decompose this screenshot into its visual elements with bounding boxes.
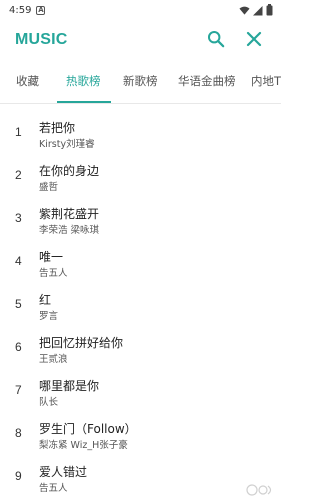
song-artist: 李荣浩 梁咏琪: [39, 225, 100, 236]
song-artist: 队长: [39, 397, 59, 408]
song-title: 在你的身边: [39, 164, 100, 178]
song-artist: 告五人: [39, 483, 68, 494]
song-rank: 9: [15, 469, 22, 483]
song-rank: 6: [15, 340, 22, 354]
status-time: 4:59: [9, 4, 32, 16]
list-item[interactable]: 8 罗生门（Follow） 梨冻紧 Wiz_H张子豪: [0, 413, 281, 456]
status-bar: 4:59 A: [0, 0, 281, 20]
song-title: 爱人错过: [39, 465, 88, 479]
chart-tabs: 收藏 热歌榜 新歌榜 华语金曲榜 内地TO: [0, 66, 281, 104]
song-title: 若把你: [39, 121, 76, 135]
signal-icon: [253, 5, 263, 15]
song-rank: 8: [15, 426, 22, 440]
close-button[interactable]: [243, 28, 265, 50]
list-item[interactable]: 9 爱人错过 告五人: [0, 456, 281, 499]
song-rank: 5: [15, 297, 22, 311]
list-item[interactable]: 2 在你的身边 盛哲: [0, 155, 281, 198]
tab-chinese-hits[interactable]: 华语金曲榜: [178, 66, 236, 103]
song-artist: 梨冻紧 Wiz_H张子豪: [39, 440, 128, 451]
tab-hot-songs[interactable]: 热歌榜: [66, 66, 101, 103]
tab-mainland[interactable]: 内地TO: [251, 66, 281, 103]
app-title: MUSIC: [15, 31, 68, 48]
song-artist: 王贰浪: [39, 354, 68, 365]
list-item[interactable]: 1 若把你 Kirsty刘瑾睿: [0, 112, 281, 155]
song-artist: 告五人: [39, 268, 68, 279]
watermark-logo: [245, 482, 275, 498]
tab-new-songs[interactable]: 新歌榜: [123, 66, 158, 103]
list-item[interactable]: 6 把回忆拼好给你 王贰浪: [0, 327, 281, 370]
song-title: 红: [39, 293, 52, 307]
notification-icon: A: [36, 5, 46, 15]
active-tab-indicator: [57, 101, 111, 103]
list-item[interactable]: 3 紫荆花盛开 李荣浩 梁咏琪: [0, 198, 281, 241]
song-title: 把回忆拼好给你: [39, 336, 124, 350]
status-icons: [239, 4, 273, 16]
song-rank: 7: [15, 383, 22, 397]
list-item[interactable]: 7 哪里都是你 队长: [0, 370, 281, 413]
wifi-icon: [239, 6, 250, 15]
list-item[interactable]: 5 红 罗言: [0, 284, 281, 327]
song-title: 哪里都是你: [39, 379, 100, 393]
watermark-icon: [246, 484, 272, 496]
search-icon: [207, 30, 225, 48]
song-artist: Kirsty刘瑾睿: [39, 139, 95, 150]
song-rank: 2: [15, 168, 22, 182]
close-icon: [246, 31, 262, 47]
list-item[interactable]: 4 唯一 告五人: [0, 241, 281, 284]
search-button[interactable]: [205, 28, 227, 50]
battery-icon: [266, 4, 273, 16]
song-title: 紫荆花盛开: [39, 207, 100, 221]
song-rank: 3: [15, 211, 22, 225]
song-rank: 4: [15, 254, 22, 268]
tab-favorites[interactable]: 收藏: [16, 66, 39, 103]
song-title: 唯一: [39, 250, 64, 264]
song-title: 罗生门（Follow）: [39, 422, 137, 436]
song-artist: 盛哲: [39, 182, 59, 193]
app-bar: MUSIC: [0, 20, 281, 60]
song-rank: 1: [15, 125, 22, 139]
song-artist: 罗言: [39, 311, 59, 322]
